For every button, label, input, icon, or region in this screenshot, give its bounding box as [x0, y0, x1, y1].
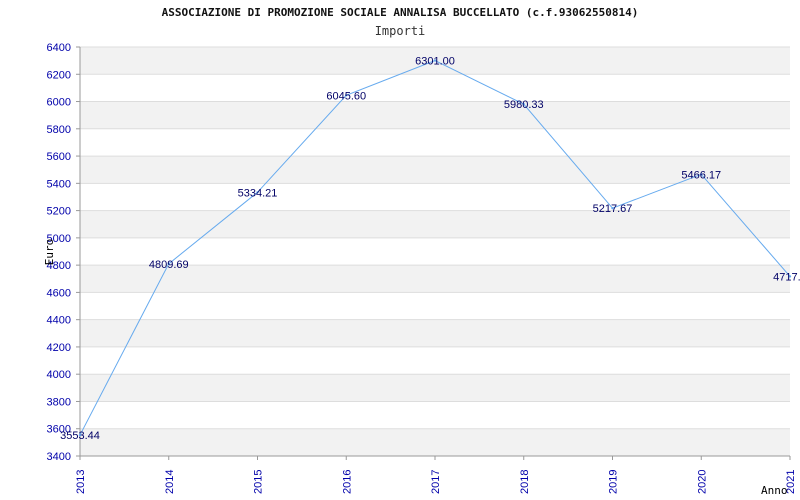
- y-tick-label: 4000: [47, 369, 71, 381]
- x-axis-label: Anno: [761, 484, 788, 497]
- y-tick-label: 4200: [47, 342, 71, 354]
- x-tick-label: 2015: [253, 470, 265, 494]
- data-label: 5980.33: [504, 99, 544, 111]
- x-tick-label: 2016: [341, 470, 353, 494]
- y-tick-label: 5200: [47, 206, 71, 218]
- x-tick-label: 2017: [430, 470, 442, 494]
- y-tick-label: 5400: [47, 178, 71, 190]
- grid-band: [80, 428, 790, 456]
- grid-band: [80, 374, 790, 402]
- chart-container: ASSOCIAZIONE DI PROMOZIONE SOCIALE ANNAL…: [0, 0, 800, 500]
- data-label: 4717.3: [773, 271, 800, 283]
- y-tick-label: 6400: [47, 42, 71, 54]
- grid-band: [80, 101, 790, 129]
- line-chart: 3400360038004000420044004600480050005200…: [43, 42, 800, 497]
- grid-band: [80, 319, 790, 347]
- y-tick-label: 5600: [47, 151, 71, 163]
- y-tick-label: 6000: [47, 97, 71, 109]
- data-label: 5334.21: [238, 187, 278, 199]
- x-tick-label: 2019: [608, 470, 620, 494]
- data-label: 5466.17: [681, 169, 721, 181]
- y-tick-label: 6200: [47, 69, 71, 81]
- y-tick-label: 4600: [47, 287, 71, 299]
- y-tick-label: 5800: [47, 124, 71, 136]
- y-tick-label: 3800: [47, 396, 71, 408]
- y-tick-label: 3400: [47, 451, 71, 463]
- grid-band: [80, 210, 790, 238]
- data-label: 5217.67: [593, 203, 633, 215]
- y-axis-label: Euro: [43, 239, 56, 266]
- x-tick-label: 2014: [164, 470, 176, 494]
- data-label: 6301.00: [415, 55, 455, 67]
- y-tick-label: 4400: [47, 315, 71, 327]
- x-tick-label: 2013: [75, 470, 87, 494]
- data-label: 3553.44: [60, 430, 100, 442]
- x-tick-label: 2018: [519, 470, 531, 494]
- data-label: 4809.69: [149, 259, 189, 271]
- data-label: 6045.60: [326, 90, 366, 102]
- x-tick-label: 2020: [696, 470, 708, 494]
